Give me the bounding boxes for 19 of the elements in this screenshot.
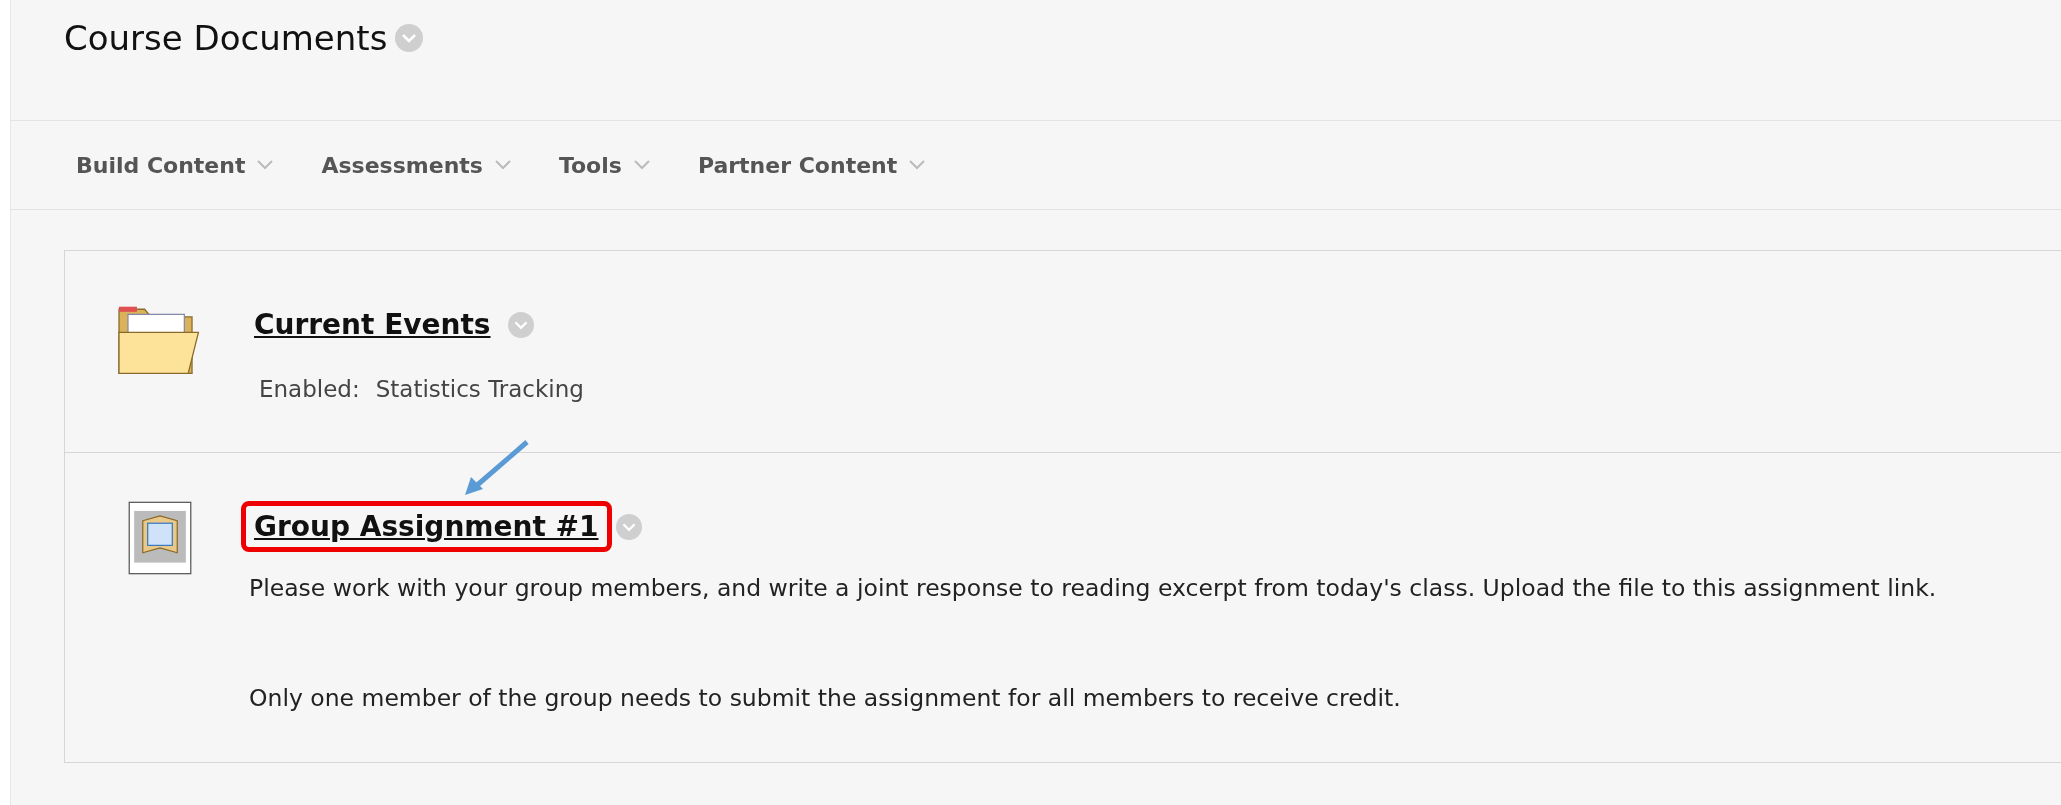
page-title: Course Documents [64,17,388,60]
dropdown-icon[interactable] [615,513,642,540]
caret-icon [633,160,650,170]
caret-icon [494,160,511,170]
description-text: Only one member of the group needs to submit the assignment for all members to receive credit. [249,684,1402,712]
menu-button[interactable]: Tools [558,152,650,178]
detail-value: Statistics Tracking [375,376,584,402]
detail-label: Enabled: [259,376,360,402]
menu-button[interactable]: Assessments [321,152,511,178]
document-icon [128,501,192,575]
menu-button[interactable]: Partner Content [697,152,926,178]
menu-button[interactable]: Build Content [76,152,274,178]
caret-icon [909,160,926,170]
dropdown-icon[interactable] [507,311,534,338]
dropdown-icon[interactable] [395,24,424,52]
item-link[interactable]: Group Assignment #1 [241,501,612,552]
description-text: Please work with your group members, and write a joint response to reading excerpt from today's class. Upload the file to this assignment link. [249,574,1937,602]
caret-icon [257,160,274,170]
item-link[interactable]: Current Events [241,299,504,350]
